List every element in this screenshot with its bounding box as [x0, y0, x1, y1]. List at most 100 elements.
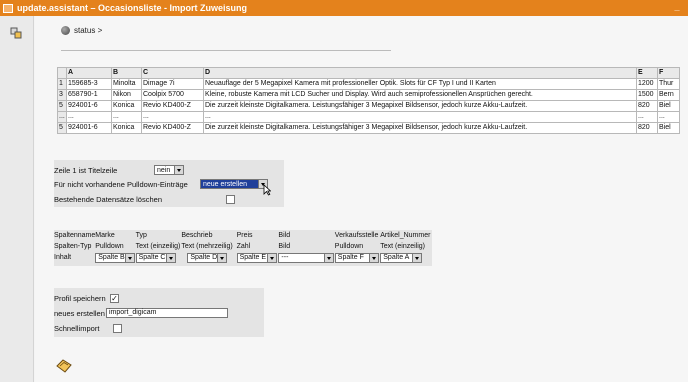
table-cell: 1200 [636, 78, 658, 90]
divider [61, 50, 391, 51]
table-cell: Thur [657, 78, 680, 90]
row-number: 5 [57, 100, 67, 112]
table-cell: Konica [111, 122, 142, 134]
column-select[interactable]: Spalte C [135, 252, 176, 263]
column-mapping-panel: Spaltenname Marke Typ Beschrieb Preis Bi… [54, 230, 432, 266]
table-cell: ... [111, 111, 142, 123]
column-header: F [657, 67, 680, 79]
column-select[interactable]: Spalte F [334, 252, 379, 263]
mouse-cursor-icon [263, 184, 271, 196]
table-cell: ... [636, 111, 658, 123]
profile-new-label: neues erstellen [54, 308, 105, 318]
quick-import-checkbox[interactable] [113, 323, 122, 333]
wizard-icon[interactable] [10, 27, 22, 39]
row-number: ... [57, 111, 67, 123]
window-icon [3, 3, 13, 13]
column-select-value: Spalte A [383, 254, 410, 261]
column-header: A [66, 67, 112, 79]
titlerow-value: nein [157, 166, 171, 174]
titlerow-label: Zeile 1 ist Titelzeile [54, 165, 118, 175]
delete-checkbox[interactable] [226, 194, 235, 204]
profile-panel: Profil speichern ✓ neues erstellen impor… [54, 288, 264, 337]
column-header: D [203, 67, 637, 79]
mapping-types-row: Spalten-Typ Pulldown Text (einzeilig) Te… [54, 241, 432, 252]
pulldown-select[interactable]: neue erstellen [200, 179, 268, 189]
table-row: 1 159685-3 Minolta Dimage 7i Neuauflage der … [57, 78, 680, 90]
table-cell: ... [141, 111, 204, 123]
minimize-button[interactable]: _ [671, 2, 683, 13]
import-options-panel: Zeile 1 ist Titelzeile nein Für nicht vo… [54, 160, 284, 207]
table-cell: ... [657, 111, 680, 123]
titlerow-select[interactable]: nein [154, 165, 184, 175]
window-titlebar: update.assistant – Occasionsliste - Impo… [0, 0, 688, 16]
mapping-name: Marke [95, 232, 115, 239]
delete-label: Bestehende Datensätze löschen [54, 194, 162, 204]
column-select[interactable]: Spalte E [236, 252, 277, 263]
column-select-value: Spalte F [337, 254, 364, 261]
pulldown-option: Für nicht vorhandene Pulldown-Einträge n… [54, 178, 271, 196]
table-row: 3 658790-1 Nikon Coolpix 5700 Kleine, robust… [57, 89, 680, 101]
chevron-down-icon [266, 253, 276, 262]
profile-save-checkbox[interactable]: ✓ [110, 293, 119, 303]
profile-name-input[interactable]: import_digicam [106, 308, 228, 318]
delete-option: Bestehende Datensätze löschen [54, 193, 235, 205]
column-header: E [636, 67, 658, 79]
chevron-down-icon [125, 253, 135, 262]
status-dot-icon [61, 26, 70, 35]
table-row: 5 924001-6 Konica Revio KD400-Z Die zurzeit … [57, 122, 680, 134]
mapping-type: Bild [278, 243, 291, 250]
mapping-name: Beschrieb [181, 232, 213, 239]
column-select[interactable]: --- [278, 252, 335, 263]
table-cell: ... [66, 111, 112, 123]
row-number: 5 [57, 122, 67, 134]
chevron-down-icon [217, 253, 227, 262]
left-toolbar [0, 16, 34, 382]
pulldown-label: Für nicht vorhandene Pulldown-Einträge [54, 179, 188, 189]
table-cell: Bern [657, 89, 680, 101]
column-select[interactable]: Spalte A [380, 252, 423, 263]
titlerow-option: Zeile 1 ist Titelzeile nein [54, 164, 184, 176]
preview-table: A B C D E F 1 159685-3 Minolta Dimage 7i Neu… [57, 67, 680, 134]
column-select-value: Spalte C [138, 254, 166, 261]
profile-save-option: Profil speichern ✓ [54, 292, 119, 304]
table-cell: Coolpix 5700 [141, 89, 204, 101]
chevron-down-icon [412, 253, 422, 262]
mapping-type: Text (einzeilig) [135, 243, 181, 250]
column-select[interactable]: Spalte B [95, 252, 136, 263]
quick-import-option: Schnellimport [54, 322, 122, 334]
mapping-type: Spalten-Typ [54, 243, 92, 250]
mapping-type: Text (mehrzeilig) [181, 243, 233, 250]
mapping-type: Text (einzeilig) [380, 243, 426, 250]
mapping-name: Verkaufsstelle [334, 232, 379, 239]
save-disk-icon[interactable] [55, 359, 73, 373]
column-select[interactable]: Spalte D [187, 252, 228, 263]
table-cell: 820 [636, 122, 658, 134]
table-cell: Revio KD400-Z [141, 100, 204, 112]
status-breadcrumb[interactable]: status > [61, 26, 102, 35]
mapping-name: Typ [135, 232, 147, 239]
row-number: 3 [57, 89, 67, 101]
mapping-name: Bild [278, 232, 291, 239]
table-header-row: A B C D E F [57, 67, 680, 79]
column-header: B [111, 67, 142, 79]
table-cell: Biel [657, 100, 680, 112]
mapping-type: Pulldown [95, 243, 124, 250]
mapping-content-row: Inhalt Spalte B Spalte C Spalte D Spalte… [54, 252, 432, 263]
main-area: status > A B C D E F 1 159685-3 Minolta Dim… [35, 16, 688, 382]
column-select-value: Spalte E [239, 254, 267, 261]
mapping-table: Spaltenname Marke Typ Beschrieb Preis Bi… [54, 230, 432, 263]
mapping-name: Spaltenname [54, 232, 96, 239]
table-cell: Biel [657, 122, 680, 134]
table-row: 5 924001-6 Konica Revio KD400-Z Die zurzeit … [57, 100, 680, 112]
column-select-value: Spalte D [190, 254, 218, 261]
status-label: status > [74, 26, 103, 35]
table-row: ..................... [57, 111, 680, 123]
table-cell: Neuauflage der 5 Megapixel Kamera mit pr… [203, 78, 637, 90]
profile-new-option: neues erstellen import_digicam [54, 307, 228, 319]
table-cell: Die zurzeit kleinste Digitalkamera. Leis… [203, 122, 637, 134]
mapping-name: Preis [236, 232, 253, 239]
chevron-down-icon [165, 253, 175, 262]
table-cell: Dimage 7i [141, 78, 204, 90]
row-number: 1 [57, 78, 67, 90]
mapping-type: Pulldown [334, 243, 364, 250]
